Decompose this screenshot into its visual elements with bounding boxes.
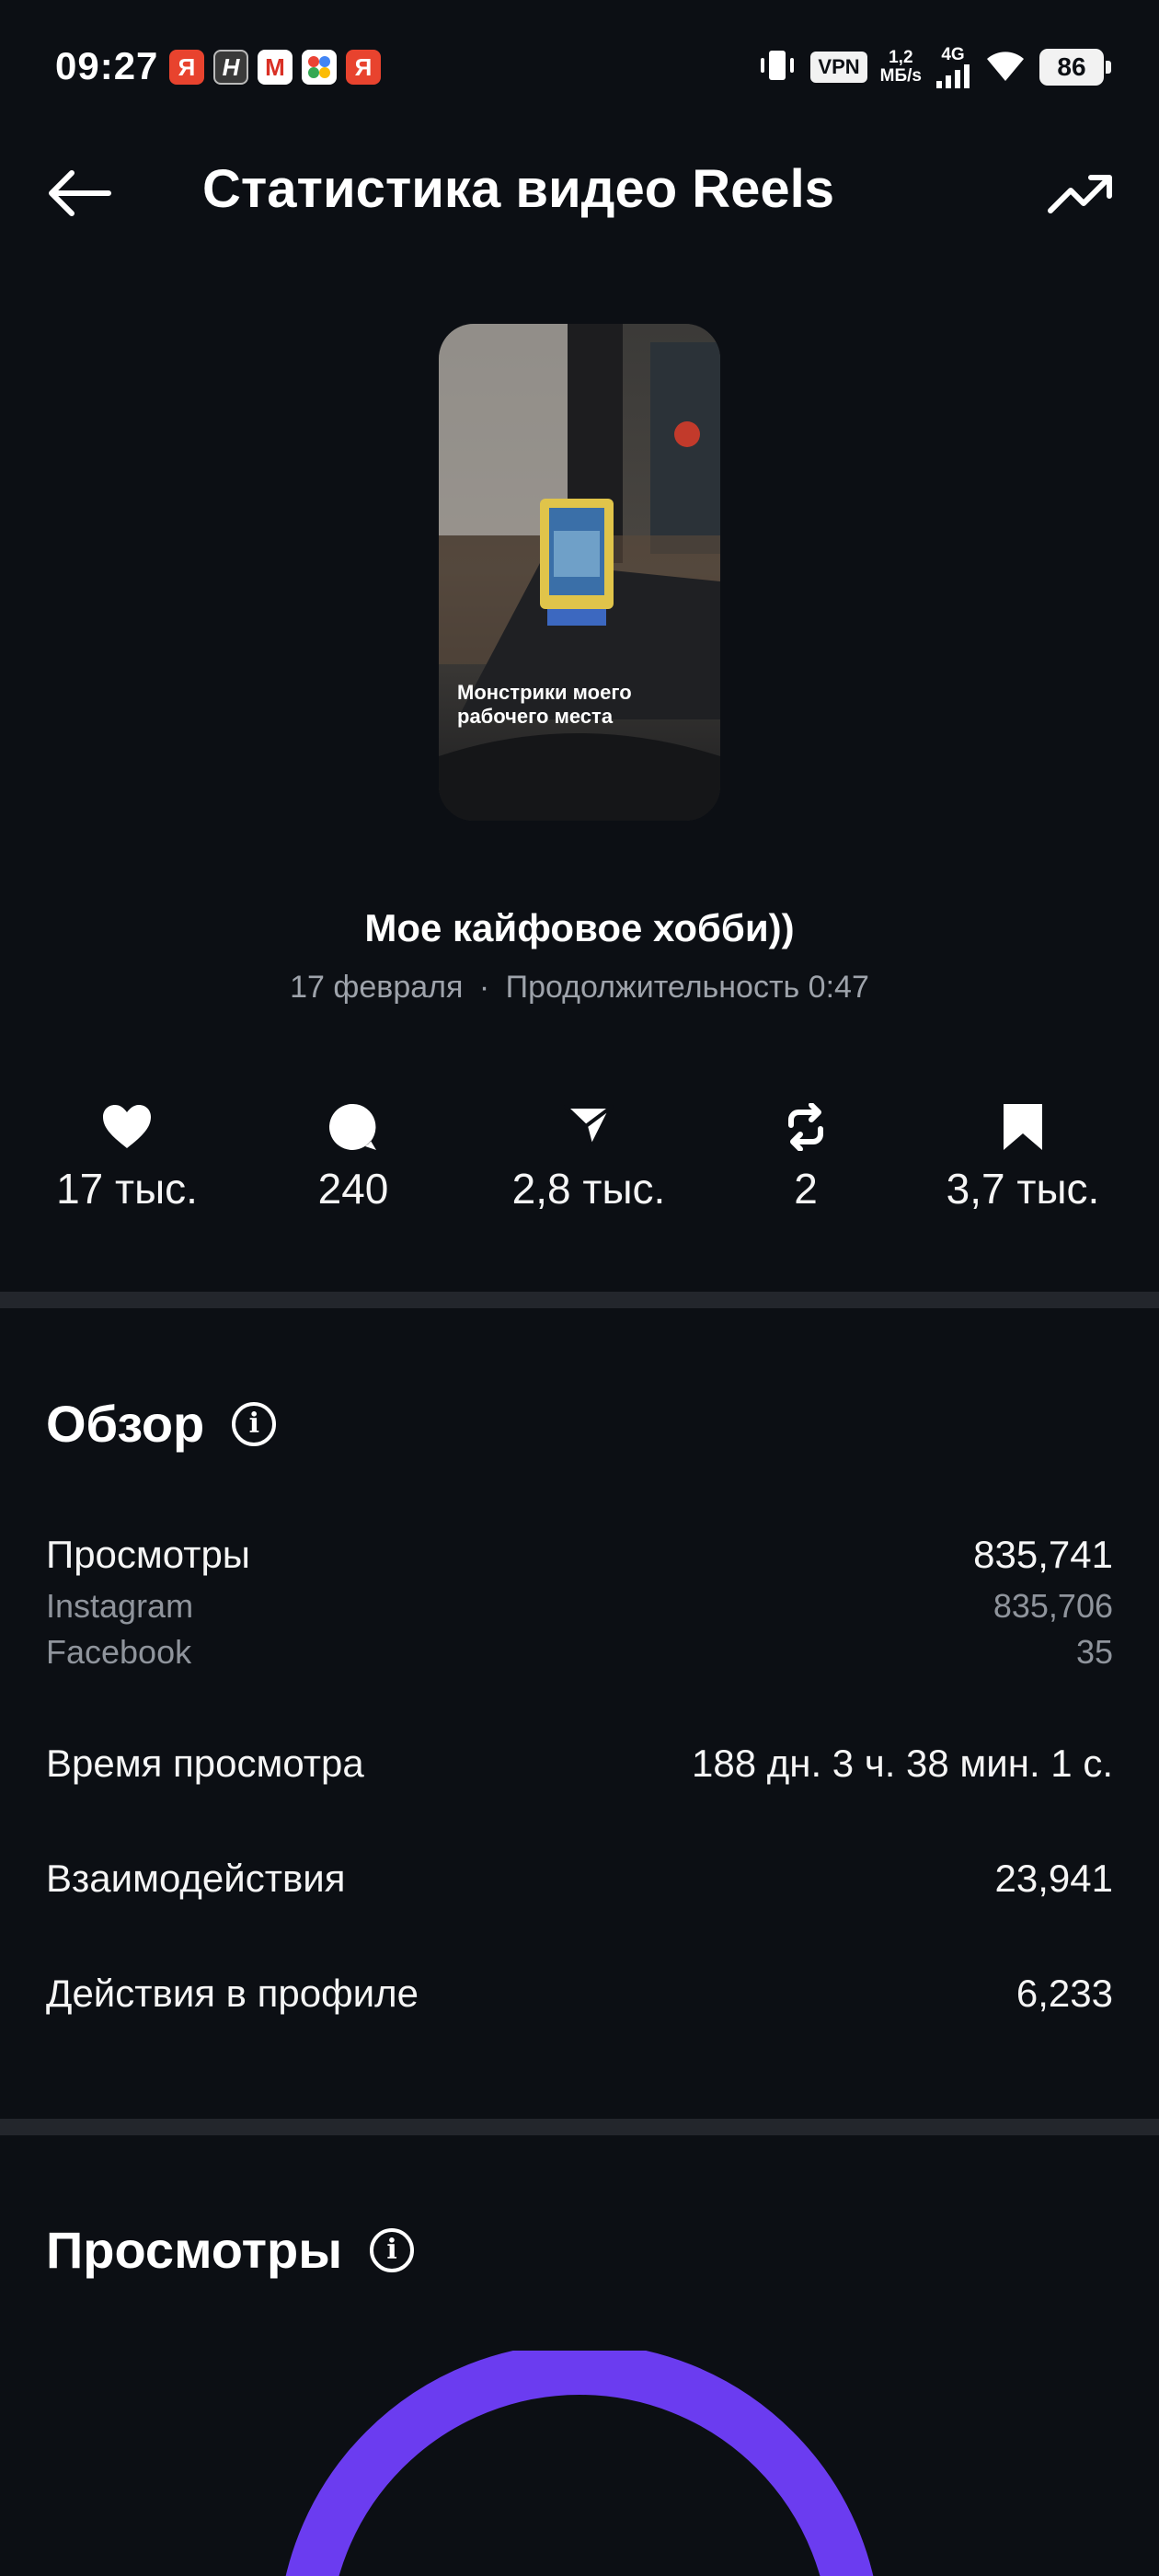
views-label: Просмотры [46,1533,250,1576]
notification-icons: Я H M Я [169,50,381,85]
gauge-arc-segment [285,2351,874,2576]
facebook-value: 35 [1075,1633,1113,1671]
meta-separator: · [478,970,490,1005]
watch-time-label: Время просмотра [46,1742,364,1785]
interactions-label: Взаимодействия [46,1857,346,1900]
status-right: VPN 1,2 МБ/s 4G 86 [757,46,1111,88]
watch-time-row: Время просмотра 188 дн. 3 ч. 38 мин. 1 с… [46,1742,1113,1786]
likes-count: 17 тыс. [56,1165,198,1213]
arrow-left-icon [49,170,111,216]
overview-title: Обзор i [46,1394,277,1454]
signal-icon: 4G [935,46,971,88]
instagram-row: Instagram 835,706 [46,1587,1113,1626]
facebook-label: Facebook [46,1633,192,1671]
comments-count: 240 [317,1165,389,1213]
page-title: Статистика видео Reels [202,159,835,219]
views-gauge [258,2351,901,2576]
info-icon[interactable]: i [370,2227,415,2272]
profile-actions-value: 6,233 [1016,1972,1113,2015]
info-icon[interactable]: i [232,1401,277,1446]
section-divider [0,1292,1159,1308]
views-section-title: Просмотры i [46,2220,415,2280]
dots-app-icon [302,50,337,85]
trending-up-icon [1048,175,1112,213]
reel-duration: Продолжительность 0:47 [505,970,869,1005]
wifi-icon [984,48,1027,87]
profile-actions-label: Действия в профиле [46,1972,419,2015]
profile-actions-row: Действия в профиле 6,233 [46,1972,1113,2016]
trending-button[interactable] [1039,156,1122,230]
section-divider [0,2119,1159,2135]
stat-shares: 2,8 тыс. [478,1099,699,1213]
reposts-count: 2 [794,1165,818,1213]
interactions-value: 23,941 [994,1857,1113,1900]
reel-meta: 17 февраля · Продолжительность 0:47 [0,970,1159,1006]
stat-reposts: 2 [695,1099,916,1213]
shares-count: 2,8 тыс. [511,1165,666,1213]
saves-count: 3,7 тыс. [946,1165,1100,1213]
battery-icon: 86 [1039,49,1111,86]
yandex-icon: Я [346,50,381,85]
vibrate-icon [757,47,798,88]
views-value: 835,741 [973,1533,1113,1576]
instagram-value: 835,706 [993,1587,1113,1625]
interactions-row: Взаимодействия 23,941 [46,1857,1113,1901]
watch-time-value: 188 дн. 3 ч. 38 мин. 1 с. [692,1742,1113,1785]
reel-date: 17 февраля [290,970,464,1005]
stat-comments: 240 [243,1099,464,1213]
thumbnail-image [439,324,720,821]
facebook-row: Facebook 35 [46,1633,1113,1672]
heart-icon [103,1105,151,1148]
views-row: Просмотры 835,741 [46,1533,1113,1577]
send-icon [564,1105,614,1149]
reel-title: Мое кайфовое хобби)) [364,906,795,949]
comment-icon [329,1103,376,1150]
stat-saves: 3,7 тыс. [912,1099,1133,1213]
yandex-icon: Я [169,50,204,85]
status-time: 09:27 [55,44,159,87]
bookmark-icon [1004,1104,1042,1150]
reel-thumbnail[interactable]: Монстрики моего рабочего места [439,324,720,821]
network-speed: 1,2 МБ/s [879,48,922,86]
h-app-icon: H [213,50,248,85]
thumbnail-caption: Монстрики моего рабочего места [457,681,632,728]
status-bar: 09:27 Я H M Я VPN 1,2 МБ/s 4G 86 [0,0,1159,138]
gmail-icon: M [258,50,293,85]
instagram-label: Instagram [46,1587,194,1625]
back-button[interactable] [42,156,116,230]
repost-icon [788,1103,823,1151]
vpn-badge: VPN [810,52,867,83]
stat-likes: 17 тыс. [17,1099,237,1213]
gauge-arc [285,2351,874,2576]
